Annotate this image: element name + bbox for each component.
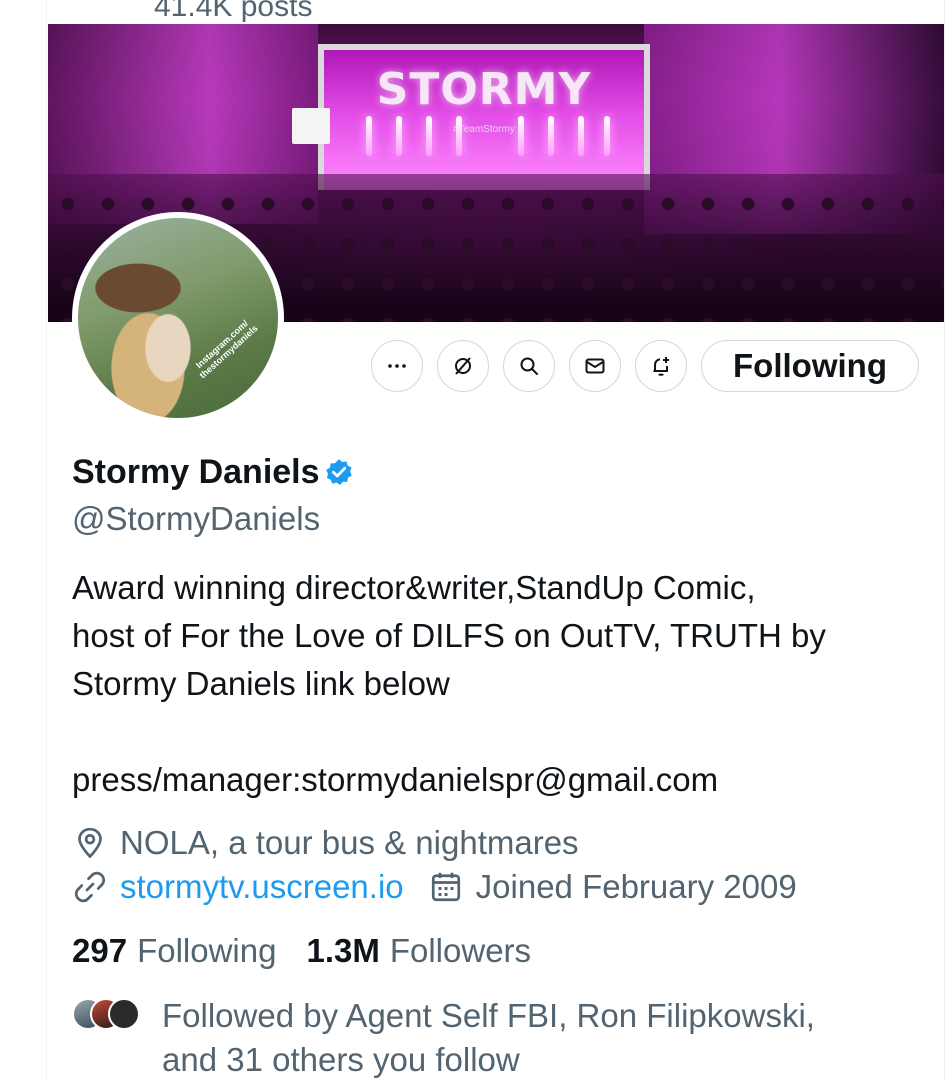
grok-icon bbox=[455, 357, 471, 375]
banner-stage-subtitle: #TeamStormy bbox=[453, 124, 515, 135]
follow-stats: 297 Following 1.3M Followers bbox=[72, 932, 561, 970]
grok-button[interactable] bbox=[437, 340, 489, 392]
link-icon bbox=[74, 871, 106, 903]
location-text: NOLA, a tour bus & nightmares bbox=[120, 824, 579, 861]
followed-by-avatars bbox=[72, 998, 144, 1032]
followed-by-line: and 31 others you follow bbox=[162, 1041, 520, 1078]
bio-spacer bbox=[72, 708, 932, 756]
posts-count: 41.4K posts bbox=[154, 0, 313, 23]
message-button[interactable] bbox=[569, 340, 621, 392]
joined-text: Joined February 2009 bbox=[475, 868, 797, 905]
display-name: Stormy Daniels bbox=[72, 453, 320, 491]
user-handle: @StormyDaniels bbox=[72, 500, 321, 537]
profile-actions: Following bbox=[0, 340, 952, 394]
bell-plus-icon bbox=[653, 357, 669, 376]
followers-label: Followers bbox=[389, 932, 532, 969]
banner-qr-sign bbox=[292, 108, 330, 144]
name-row: Stormy Daniels bbox=[72, 452, 354, 492]
bio-email: press/manager:stormydanielspr@gmail.com bbox=[72, 761, 719, 798]
following-stat[interactable]: 297 Following bbox=[72, 932, 276, 970]
envelope-icon bbox=[585, 358, 605, 374]
bio-line: Award winning director&writer,StandUp Co… bbox=[72, 569, 756, 606]
notify-button[interactable] bbox=[635, 340, 687, 392]
search-button[interactable] bbox=[503, 340, 555, 392]
bio-line: host of For the Love of DILFS on OutTV, … bbox=[72, 617, 826, 654]
followed-by-line: Followed by Agent Self FBI, Ron Filipkow… bbox=[162, 997, 815, 1034]
followers-stat[interactable]: 1.3M Followers bbox=[306, 932, 531, 970]
location-pin-icon bbox=[78, 827, 102, 859]
verified-badge-icon[interactable] bbox=[324, 457, 354, 487]
more-icon bbox=[388, 364, 406, 368]
banner-stage-title: STORMY bbox=[376, 64, 592, 115]
panel-border-right bbox=[944, 0, 945, 1082]
mini-avatar bbox=[108, 998, 140, 1030]
bio-line: Stormy Daniels link below bbox=[72, 665, 450, 702]
following-button[interactable]: Following bbox=[701, 340, 919, 392]
search-icon bbox=[520, 357, 538, 375]
followers-count: 1.3M bbox=[306, 932, 380, 969]
location-row: NOLA, a tour bus & nightmares bbox=[72, 824, 579, 862]
joined-date: Joined February 2009 bbox=[428, 868, 797, 906]
link-joined-row: stormytv.uscreen.io Joined February 2009 bbox=[72, 868, 797, 906]
profile-bio: Award winning director&writer,StandUp Co… bbox=[72, 564, 932, 804]
calendar-icon bbox=[431, 872, 460, 902]
following-label: Following bbox=[137, 932, 277, 969]
followed-by-text: Followed by Agent Self FBI, Ron Filipkow… bbox=[162, 994, 942, 1082]
website-link[interactable]: stormytv.uscreen.io bbox=[120, 868, 404, 906]
following-count: 297 bbox=[72, 932, 128, 969]
more-button[interactable] bbox=[371, 340, 423, 392]
panel-border-left bbox=[46, 0, 47, 1082]
